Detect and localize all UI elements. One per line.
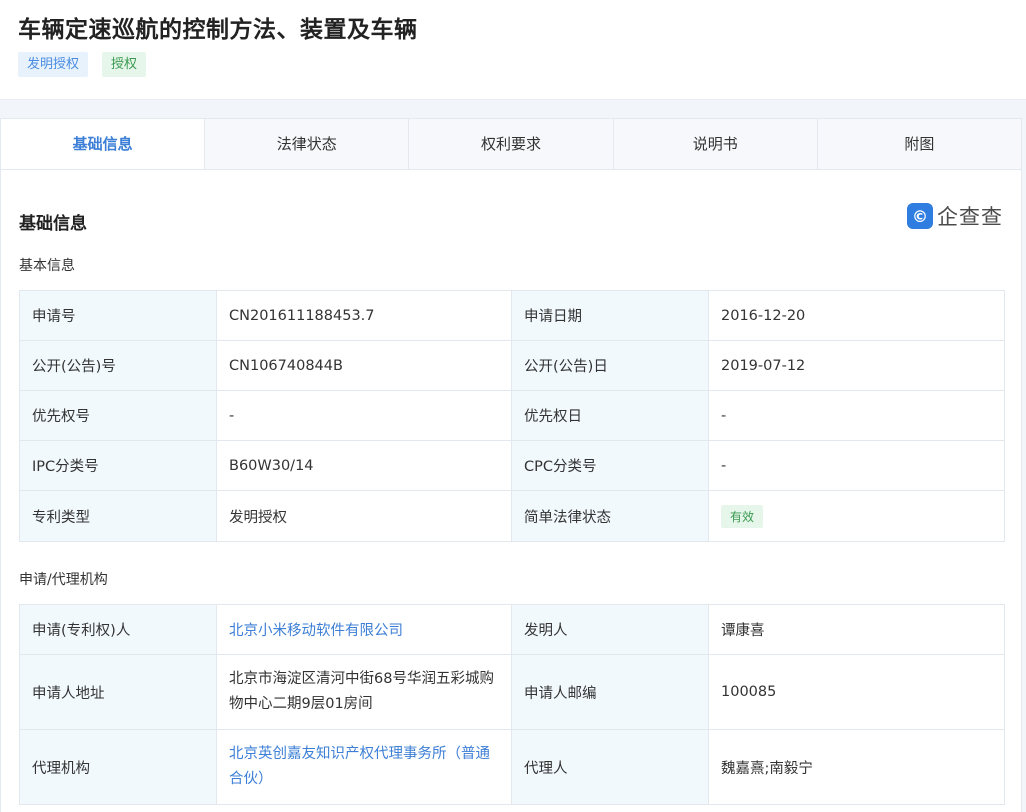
value-publication-number: CN106740844B (216, 340, 512, 391)
tab-basic-info[interactable]: 基础信息 (1, 119, 206, 169)
value-ipc-class: B60W30/14 (216, 440, 512, 491)
value-legal-status: 有效 (708, 490, 1005, 542)
patent-status-tag: 授权 (102, 52, 147, 77)
value-cpc-class: - (708, 440, 1005, 491)
applicant-link[interactable]: 北京小米移动软件有限公司 (216, 604, 512, 655)
label-publication-date: 公开(公告)日 (511, 340, 709, 391)
detail-panel: 基础信息 法律状态 权利要求 说明书 附图 基础信息 © 企查查 基本信息 申请… (0, 118, 1022, 812)
patent-title: 车辆定速巡航的控制方法、装置及车辆 (18, 17, 418, 43)
label-ipc-class: IPC分类号 (19, 440, 217, 491)
tab-claims[interactable]: 权利要求 (409, 119, 614, 169)
brand-logo-icon: © (907, 203, 933, 229)
table-row: 申请人地址 北京市海淀区清河中街68号华润五彩城购物中心二期9层01房间 申请人… (19, 654, 1005, 730)
label-postal-code: 申请人邮编 (511, 654, 709, 730)
table-row: 代理机构 北京英创嘉友知识产权代理事务所（普通合伙） 代理人 魏嘉熹;南毅宁 (19, 729, 1005, 805)
label-priority-date: 优先权日 (511, 390, 709, 441)
table-row: 公开(公告)号 CN106740844B 公开(公告)日 2019-07-12 (19, 340, 1005, 391)
label-patent-type: 专利类型 (19, 490, 217, 542)
value-applicant-address: 北京市海淀区清河中街68号华润五彩城购物中心二期9层01房间 (216, 654, 512, 730)
agency-link[interactable]: 北京英创嘉友知识产权代理事务所（普通合伙） (216, 729, 512, 805)
label-legal-status: 简单法律状态 (511, 490, 709, 542)
status-badge: 有效 (721, 504, 764, 528)
label-applicant-address: 申请人地址 (19, 654, 217, 730)
label-priority-number: 优先权号 (19, 390, 217, 441)
section-title: 基础信息 (19, 214, 87, 234)
label-application-number: 申请号 (19, 290, 217, 341)
table-row: 申请号 CN201611188453.7 申请日期 2016-12-20 (19, 290, 1005, 341)
tab-specification[interactable]: 说明书 (613, 119, 818, 169)
tab-drawings[interactable]: 附图 (817, 119, 1022, 169)
table-row: 优先权号 - 优先权日 - (19, 390, 1005, 441)
table-row: 申请(专利权)人 北京小米移动软件有限公司 发明人 谭康喜 (19, 604, 1005, 655)
value-priority-number: - (216, 390, 512, 441)
patent-type-tag: 发明授权 (18, 52, 89, 77)
value-postal-code: 100085 (708, 654, 1005, 730)
tab-bar: 基础信息 法律状态 权利要求 说明书 附图 (1, 119, 1022, 170)
value-publication-date: 2019-07-12 (708, 340, 1005, 391)
brand-logo-text: 企查查 (937, 205, 1003, 229)
label-agent: 代理人 (511, 729, 709, 805)
table-row: 专利类型 发明授权 简单法律状态 有效 (19, 490, 1005, 542)
tab-legal-status[interactable]: 法律状态 (205, 119, 410, 169)
label-application-date: 申请日期 (511, 290, 709, 341)
patent-header: 车辆定速巡航的控制方法、装置及车辆 发明授权 授权 (0, 0, 1026, 100)
value-priority-date: - (708, 390, 1005, 441)
value-patent-type: 发明授权 (216, 490, 512, 542)
label-cpc-class: CPC分类号 (511, 440, 709, 491)
label-applicant: 申请(专利权)人 (19, 604, 217, 655)
value-agent: 魏嘉熹;南毅宁 (708, 729, 1005, 805)
label-inventor: 发明人 (511, 604, 709, 655)
agency-table: 申请(专利权)人 北京小米移动软件有限公司 发明人 谭康喜 申请人地址 北京市海… (19, 604, 1005, 805)
table-row: IPC分类号 B60W30/14 CPC分类号 - (19, 440, 1005, 491)
agency-subtitle: 申请/代理机构 (19, 572, 108, 588)
value-application-number: CN201611188453.7 (216, 290, 512, 341)
label-agency: 代理机构 (19, 729, 217, 805)
basic-info-table: 申请号 CN201611188453.7 申请日期 2016-12-20 公开(… (19, 290, 1005, 542)
brand-logo: © 企查查 (907, 201, 1003, 231)
value-inventor: 谭康喜 (708, 604, 1005, 655)
basic-info-subtitle: 基本信息 (19, 258, 75, 274)
value-application-date: 2016-12-20 (708, 290, 1005, 341)
label-publication-number: 公开(公告)号 (19, 340, 217, 391)
